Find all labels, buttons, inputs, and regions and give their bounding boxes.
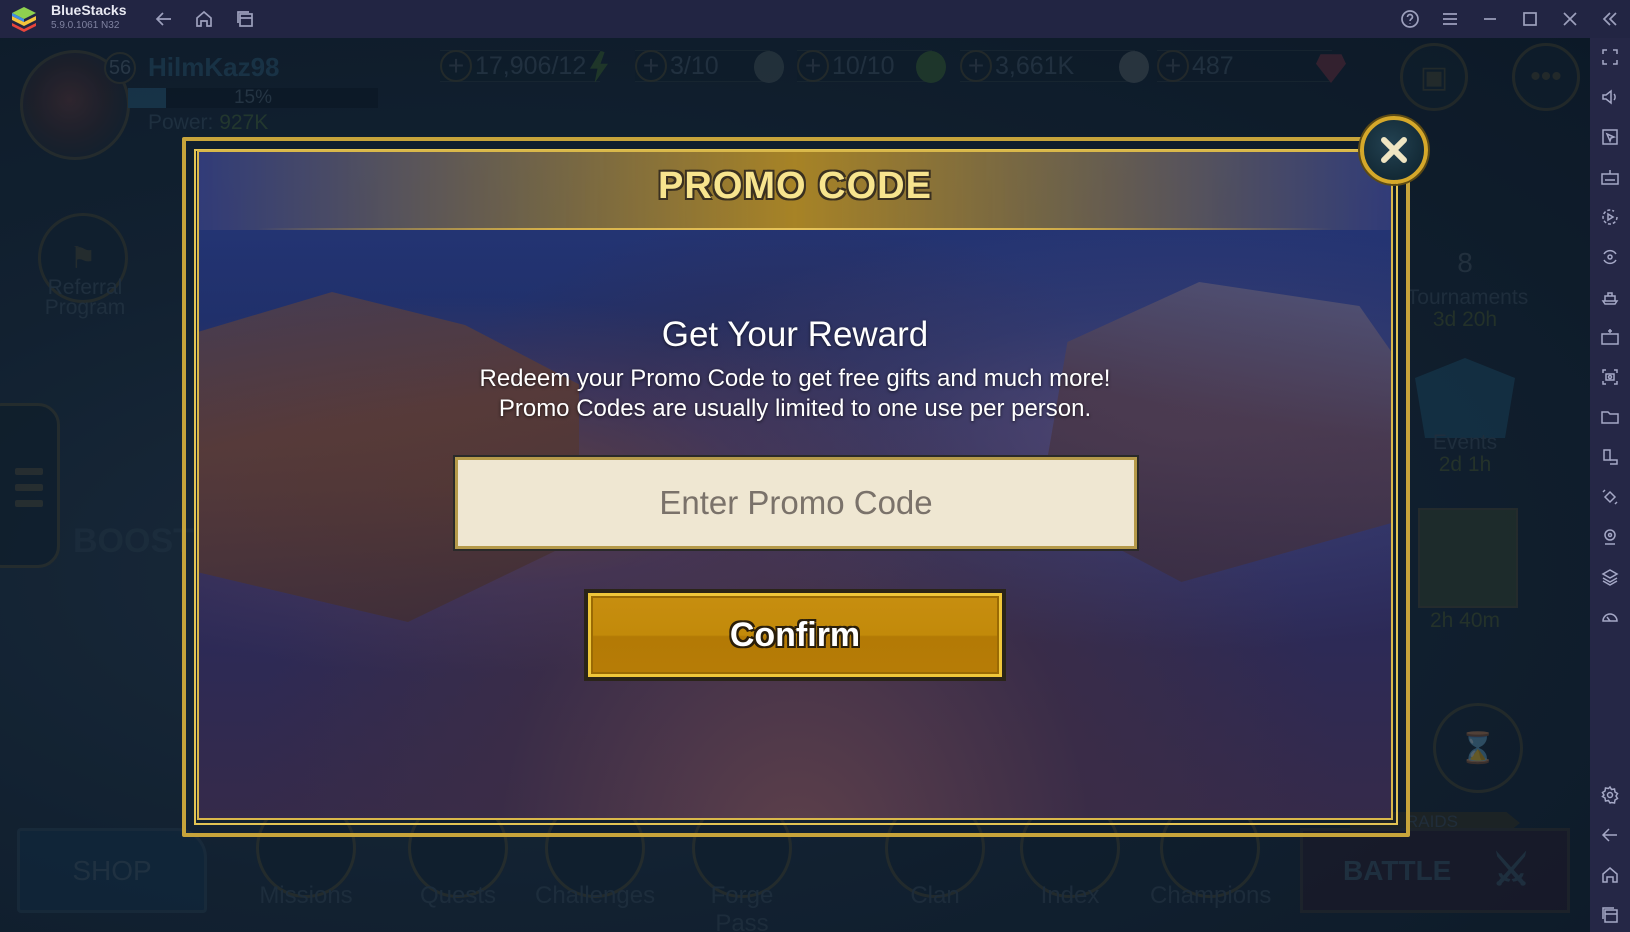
- home-icon[interactable]: [192, 7, 216, 31]
- back-icon[interactable]: [152, 7, 176, 31]
- bluestacks-sidebar: [1590, 38, 1630, 932]
- shake-icon[interactable]: [1598, 485, 1622, 509]
- volume-icon[interactable]: [1598, 85, 1622, 109]
- description-line: Promo Codes are usually limited to one u…: [498, 395, 1092, 422]
- minimize-icon[interactable]: [1478, 7, 1502, 31]
- description-line: Redeem your Promo Code to get free gifts…: [479, 365, 1111, 392]
- window-titlebar: BlueStacks 5.9.0.1061 N32: [0, 0, 1630, 38]
- settings-icon[interactable]: [1598, 783, 1622, 807]
- location-icon[interactable]: [1598, 525, 1622, 549]
- multi-instance-icon[interactable]: [1598, 445, 1622, 469]
- close-dialog-button[interactable]: [1360, 116, 1428, 184]
- rotate-icon[interactable]: [1598, 245, 1622, 269]
- help-icon[interactable]: [1398, 7, 1422, 31]
- dialog-header: PROMO CODE: [199, 152, 1391, 230]
- performance-icon[interactable]: [1598, 605, 1622, 629]
- confirm-button-face: Confirm: [588, 593, 1002, 677]
- layers-icon[interactable]: [1598, 565, 1622, 589]
- reward-heading: Get Your Reward: [661, 315, 929, 354]
- screenshot-icon[interactable]: [1598, 365, 1622, 389]
- macro-record-icon[interactable]: [1598, 205, 1622, 229]
- promo-code-dialog: PROMO CODE Get Your Reward Redeem your P…: [197, 150, 1393, 820]
- fullscreen-icon[interactable]: [1598, 45, 1622, 69]
- apk-install-icon[interactable]: [1598, 325, 1622, 349]
- app-name: BlueStacks: [51, 2, 127, 18]
- back-icon[interactable]: [1598, 823, 1622, 847]
- airplane-mode-icon[interactable]: [1598, 285, 1622, 309]
- recent-apps-icon[interactable]: [233, 7, 257, 31]
- reward-description: Redeem your Promo Code to get free gifts…: [199, 364, 1391, 424]
- pointer-icon[interactable]: [1598, 125, 1622, 149]
- close-x-icon: [1381, 137, 1407, 163]
- app-version: 5.9.0.1061 N32: [51, 20, 120, 31]
- dialog-title: PROMO CODE: [658, 165, 932, 207]
- confirm-label: Confirm: [729, 615, 861, 654]
- confirm-button[interactable]: Confirm: [584, 589, 1006, 681]
- home-icon[interactable]: [1598, 863, 1622, 887]
- promo-code-input[interactable]: [453, 455, 1139, 551]
- folder-icon[interactable]: [1598, 405, 1622, 429]
- recent-apps-icon[interactable]: [1598, 903, 1622, 927]
- collapse-sidebar-icon[interactable]: [1598, 7, 1622, 31]
- maximize-icon[interactable]: [1518, 7, 1542, 31]
- close-icon[interactable]: [1558, 7, 1582, 31]
- keyboard-icon[interactable]: [1598, 165, 1622, 189]
- bluestacks-logo-icon: [12, 7, 36, 32]
- menu-icon[interactable]: [1438, 7, 1462, 31]
